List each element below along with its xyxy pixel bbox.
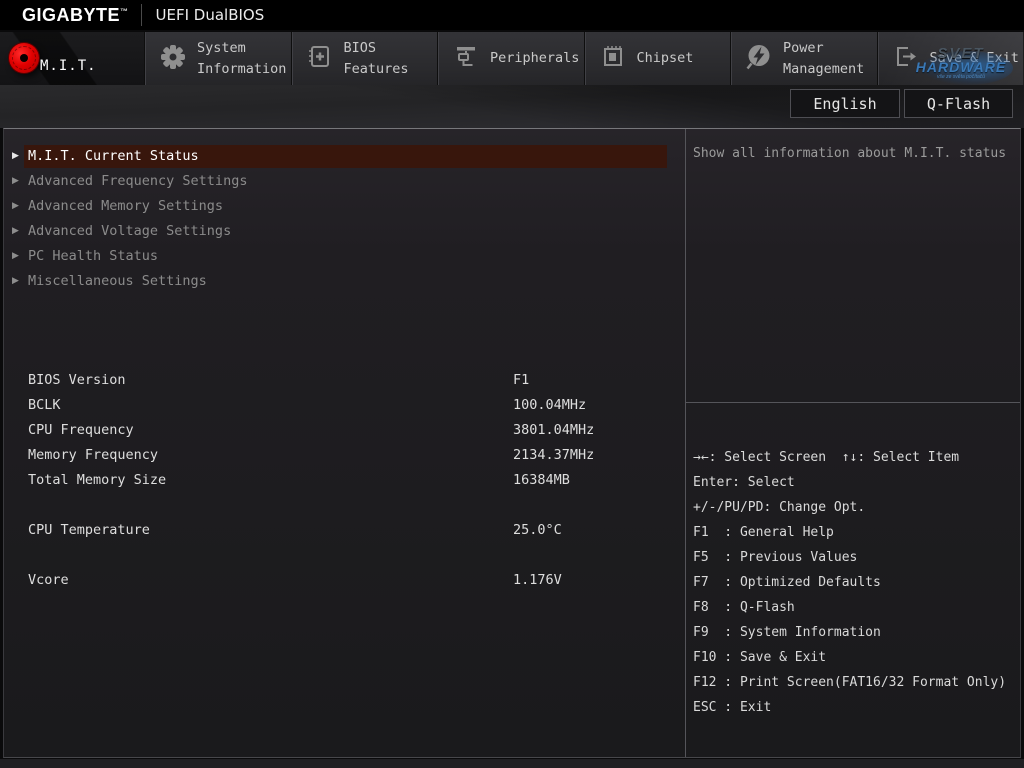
key-help-line: Enter: Select — [693, 475, 795, 490]
menu-item-miscellaneous-settings[interactable]: ▶ Miscellaneous Settings — [4, 269, 685, 294]
key-help-line: F1 : General Help — [693, 525, 834, 540]
status-value: 100.04MHz — [513, 397, 587, 413]
key-help-line: F5 : Previous Values — [693, 550, 858, 565]
menu-item-advanced-memory-settings[interactable]: ▶ Advanced Memory Settings — [4, 194, 685, 219]
power-bolt-icon — [744, 42, 774, 76]
tab-label: BIOS Features — [343, 39, 409, 77]
submenu-arrow-icon: ▶ — [12, 201, 19, 211]
chipset-icon — [598, 42, 628, 76]
key-help-line: →←: Select Screen ↑↓: Select Item — [693, 450, 960, 465]
info-row-total-memory-size: Total Memory Size 16384MB — [4, 468, 685, 493]
exit-door-icon — [891, 42, 921, 76]
tab-label: Chipset — [636, 50, 694, 67]
system-status-readouts: BIOS Version F1 BCLK 100.04MHz CPU Frequ… — [4, 368, 685, 593]
tab-system-information[interactable]: System Information — [145, 32, 292, 85]
status-value: 16384MB — [513, 472, 570, 488]
tab-label: Peripherals — [490, 50, 580, 67]
submenu-arrow-icon: ▶ — [12, 251, 19, 261]
key-help-line: +/-/PU/PD: Change Opt. — [693, 500, 866, 515]
info-row-vcore: Vcore 1.176V — [4, 568, 685, 593]
key-help-list: →←: Select Screen ↑↓: Select Item Enter:… — [686, 403, 1020, 720]
trademark-symbol: ™ — [120, 6, 129, 16]
main-content-area: ▶ M.I.T. Current Status ▶ Advanced Frequ… — [3, 128, 1021, 758]
status-value: 25.0°C — [513, 522, 562, 538]
key-help-line: F9 : System Information — [693, 625, 881, 640]
settings-panel: ▶ M.I.T. Current Status ▶ Advanced Frequ… — [4, 129, 685, 757]
bios-chip-icon — [305, 42, 335, 76]
submenu-arrow-icon: ▶ — [12, 151, 19, 161]
item-description: Show all information about M.I.T. status — [686, 129, 1020, 403]
tab-label: Power Management — [783, 39, 865, 77]
status-value: 1.176V — [513, 572, 562, 588]
menu-item-advanced-voltage-settings[interactable]: ▶ Advanced Voltage Settings — [4, 219, 685, 244]
submenu-arrow-icon: ▶ — [12, 226, 19, 236]
key-help-line: F12 : Print Screen(FAT16/32 Format Only) — [693, 675, 1007, 690]
header-divider — [140, 4, 142, 26]
menu-item-advanced-frequency-settings[interactable]: ▶ Advanced Frequency Settings — [4, 169, 685, 194]
gear-icon — [158, 42, 188, 76]
qflash-button[interactable]: Q-Flash — [904, 89, 1013, 118]
key-help-line: F10 : Save & Exit — [693, 650, 827, 665]
info-row-cpu-temperature: CPU Temperature 25.0°C — [4, 518, 685, 543]
info-row-bclk: BCLK 100.04MHz — [4, 393, 685, 418]
tab-chipset[interactable]: Chipset — [585, 32, 731, 85]
tab-peripherals[interactable]: Peripherals — [438, 32, 585, 85]
menu-item-pc-health-status[interactable]: ▶ PC Health Status — [4, 244, 685, 269]
status-value: 2134.37MHz — [513, 447, 595, 463]
tab-bios-features[interactable]: BIOS Features — [292, 32, 438, 85]
bios-title: UEFI DualBIOS — [155, 6, 265, 24]
top-header-bar: GIGABYTE™ UEFI DualBIOS — [0, 0, 1024, 30]
peripheral-device-icon — [451, 42, 481, 76]
status-value: F1 — [513, 372, 530, 388]
gauge-icon — [9, 43, 39, 73]
tab-label: Save & Exit — [929, 50, 1019, 67]
language-button[interactable]: English — [790, 89, 900, 118]
mit-menu-list: ▶ M.I.T. Current Status ▶ Advanced Frequ… — [4, 144, 685, 294]
sub-header-strip: English Q-Flash — [0, 85, 1024, 128]
key-help-line: F8 : Q-Flash — [693, 600, 795, 615]
tab-label: M.I.T. — [40, 58, 97, 75]
tab-label: System Information — [197, 39, 287, 77]
tab-mit[interactable]: M.I.T. — [0, 32, 145, 85]
status-value: 3801.04MHz — [513, 422, 595, 438]
info-row-cpu-frequency: CPU Frequency 3801.04MHz — [4, 418, 685, 443]
info-row-memory-frequency: Memory Frequency 2134.37MHz — [4, 443, 685, 468]
tab-save-exit[interactable]: Save & Exit — [878, 32, 1024, 85]
main-tab-bar: M.I.T. System Information BIOS Features … — [0, 32, 1024, 85]
key-help-line: F7 : Optimized Defaults — [693, 575, 881, 590]
help-panel: Show all information about M.I.T. status… — [685, 129, 1020, 757]
info-row-bios-version: BIOS Version F1 — [4, 368, 685, 393]
submenu-arrow-icon: ▶ — [12, 276, 19, 286]
gigabyte-logo: GIGABYTE™ — [22, 4, 129, 25]
menu-item-mit-current-status[interactable]: ▶ M.I.T. Current Status — [4, 144, 685, 169]
tab-power-management[interactable]: Power Management — [731, 32, 878, 85]
submenu-arrow-icon: ▶ — [12, 176, 19, 186]
bottom-edge-strip — [0, 759, 1024, 768]
key-help-line: ESC : Exit — [693, 700, 772, 715]
